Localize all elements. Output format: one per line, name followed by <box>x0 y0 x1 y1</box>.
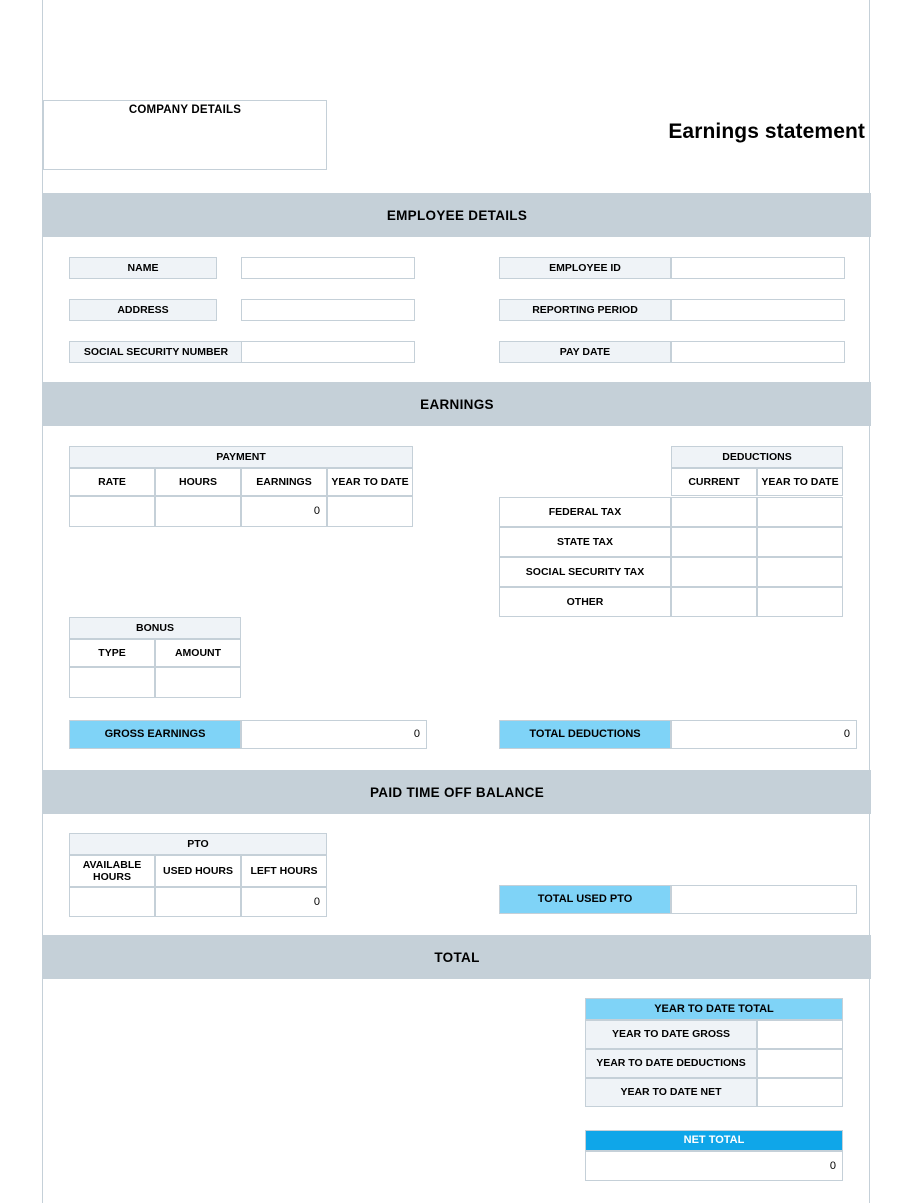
gross-earnings-label: GROSS EARNINGS <box>69 720 241 749</box>
deductions-cell-other-ytd[interactable] <box>757 587 843 617</box>
payment-cell-hours[interactable] <box>155 496 241 527</box>
section-header-pto: PAID TIME OFF BALANCE <box>43 770 871 814</box>
page-title: Earnings statement <box>668 120 865 143</box>
field-input-name[interactable] <box>241 257 415 279</box>
section-header-total: TOTAL <box>43 935 871 979</box>
bonus-col-amount: AMOUNT <box>155 639 241 667</box>
field-input-employee-id[interactable] <box>671 257 845 279</box>
deductions-col-year-to-date: YEAR TO DATE <box>757 468 843 496</box>
field-label-address: ADDRESS <box>69 299 217 321</box>
payment-table-caption: PAYMENT <box>69 446 413 468</box>
ytd-row-label-net: YEAR TO DATE NET <box>585 1078 757 1107</box>
company-details-title: COMPANY DETAILS <box>128 104 242 116</box>
net-total-value[interactable]: 0 <box>585 1151 843 1181</box>
deductions-cell-other-current[interactable] <box>671 587 757 617</box>
field-label-social-security-number: SOCIAL SECURITY NUMBER <box>69 341 243 363</box>
deductions-table-caption: DEDUCTIONS <box>671 446 843 468</box>
total-deductions-value[interactable]: 0 <box>671 720 857 749</box>
payment-cell-year-to-date[interactable] <box>327 496 413 527</box>
net-total-caption: NET TOTAL <box>585 1130 843 1151</box>
payment-cell-rate[interactable] <box>69 496 155 527</box>
total-deductions-label: TOTAL DEDUCTIONS <box>499 720 671 749</box>
section-title-total: TOTAL <box>434 949 480 965</box>
deductions-cell-social-security-tax-ytd[interactable] <box>757 557 843 587</box>
deductions-col-current: CURRENT <box>671 468 757 496</box>
section-header-employee-details: EMPLOYEE DETAILS <box>43 193 871 237</box>
earnings-statement-sheet: COMPANY DETAILS Earnings statement EMPLO… <box>42 0 871 1203</box>
payment-col-rate: RATE <box>69 468 155 496</box>
deductions-row-label-social-security-tax: SOCIAL SECURITY TAX <box>499 557 671 587</box>
pto-cell-left-hours[interactable]: 0 <box>241 887 327 917</box>
total-used-pto-label: TOTAL USED PTO <box>499 885 671 914</box>
pto-cell-available-hours[interactable] <box>69 887 155 917</box>
deductions-cell-state-tax-ytd[interactable] <box>757 527 843 557</box>
field-input-social-security-number[interactable] <box>241 341 415 363</box>
payment-col-hours: HOURS <box>155 468 241 496</box>
section-title-employee-details: EMPLOYEE DETAILS <box>386 207 528 223</box>
deductions-cell-federal-tax-ytd[interactable] <box>757 497 843 527</box>
deductions-cell-state-tax-current[interactable] <box>671 527 757 557</box>
pto-table-caption: PTO <box>69 833 327 855</box>
deductions-row-label-federal-tax: FEDERAL TAX <box>499 497 671 527</box>
payment-col-earnings: EARNINGS <box>241 468 327 496</box>
deductions-row-label-state-tax: STATE TAX <box>499 527 671 557</box>
field-input-pay-date[interactable] <box>671 341 845 363</box>
pto-col-left-hours: LEFT HOURS <box>241 855 327 887</box>
pto-col-available-hours: AVAILABLE HOURS <box>69 855 155 887</box>
bonus-cell-type[interactable] <box>69 667 155 698</box>
bonus-table-caption: BONUS <box>69 617 241 639</box>
total-used-pto-value[interactable] <box>671 885 857 914</box>
section-header-earnings: EARNINGS <box>43 382 871 426</box>
section-title-pto: PAID TIME OFF BALANCE <box>369 784 545 800</box>
field-input-reporting-period[interactable] <box>671 299 845 321</box>
ytd-row-value-gross[interactable] <box>757 1020 843 1049</box>
ytd-row-value-net[interactable] <box>757 1078 843 1107</box>
bonus-cell-amount[interactable] <box>155 667 241 698</box>
pto-col-used-hours: USED HOURS <box>155 855 241 887</box>
gross-earnings-value[interactable]: 0 <box>241 720 427 749</box>
deductions-cell-federal-tax-current[interactable] <box>671 497 757 527</box>
ytd-total-caption: YEAR TO DATE TOTAL <box>585 998 843 1020</box>
deductions-row-label-other: OTHER <box>499 587 671 617</box>
field-input-address[interactable] <box>241 299 415 321</box>
payment-col-year-to-date: YEAR TO DATE <box>327 468 413 496</box>
deductions-cell-social-security-tax-current[interactable] <box>671 557 757 587</box>
field-label-pay-date: PAY DATE <box>499 341 671 363</box>
ytd-row-label-gross: YEAR TO DATE GROSS <box>585 1020 757 1049</box>
field-label-reporting-period: REPORTING PERIOD <box>499 299 671 321</box>
ytd-row-value-deductions[interactable] <box>757 1049 843 1078</box>
pto-cell-used-hours[interactable] <box>155 887 241 917</box>
bonus-col-type: TYPE <box>69 639 155 667</box>
company-details-box[interactable]: COMPANY DETAILS <box>43 100 327 170</box>
payment-cell-earnings[interactable]: 0 <box>241 496 327 527</box>
field-label-name: NAME <box>69 257 217 279</box>
section-title-earnings: EARNINGS <box>420 396 494 412</box>
field-label-employee-id: EMPLOYEE ID <box>499 257 671 279</box>
ytd-row-label-deductions: YEAR TO DATE DEDUCTIONS <box>585 1049 757 1078</box>
